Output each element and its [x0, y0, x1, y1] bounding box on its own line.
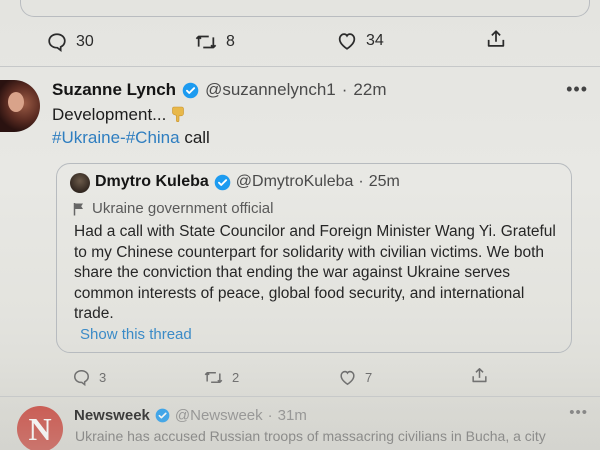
tweet-text-line-2: #Ukraine-#China call [52, 126, 210, 149]
tweet-header: Suzanne Lynch @suzannelynch1 · 22m [52, 80, 386, 100]
heart-icon [340, 370, 355, 386]
government-official-label: Ukraine government official [73, 200, 273, 217]
top-like-count: 34 [366, 32, 384, 49]
retweet-icon [204, 371, 223, 384]
top-share-button[interactable] [485, 28, 507, 50]
share-icon [487, 30, 505, 47]
top-like-button[interactable]: 34 [336, 30, 384, 52]
verified-badge-icon [182, 82, 199, 98]
reply-button[interactable]: 3 [72, 368, 106, 387]
quoted-separator: · [358, 173, 364, 190]
newsweek-avatar[interactable]: N [17, 406, 63, 450]
newsweek-more-options-button[interactable]: ••• [569, 404, 588, 421]
previous-tweet-card-edge [20, 0, 590, 17]
quoted-tweet-text: Had a call with State Councilor and Fore… [74, 223, 556, 322]
reply-icon [74, 370, 89, 387]
government-official-text: Ukraine government official [92, 200, 274, 217]
reply-count: 3 [99, 370, 107, 385]
tweet-separator: · [341, 80, 348, 99]
dmytro-kuleba-avatar [70, 173, 90, 193]
hashtag-ukraine-link[interactable]: #Ukraine [52, 128, 120, 147]
top-reply-count: 30 [76, 33, 94, 50]
retweet-count: 2 [232, 370, 240, 385]
tweet-text-development: Development... [52, 105, 167, 124]
tweet-timestamp[interactable]: 22m [353, 80, 386, 100]
heart-icon [338, 33, 356, 50]
tweet-text-line-1: Development... [52, 103, 210, 126]
tweet-author-name[interactable]: Suzanne Lynch [52, 80, 176, 100]
newsweek-separator: · [267, 407, 273, 424]
newsweek-timestamp[interactable]: 31m [278, 407, 307, 424]
twitter-timeline-screen: 30 8 34 Suzanne Lynch @suzannelynch1 · 2… [0, 0, 600, 450]
top-reply-button[interactable]: 30 [46, 31, 94, 53]
newsweek-tweet-header: Newsweek @Newsweek · 31m [74, 407, 307, 424]
quoted-tweet-header: Dmytro Kuleba @DmytroKuleba · 25m [95, 173, 400, 191]
hashtag-china-link[interactable]: #China [126, 128, 180, 147]
quoted-author-handle: @DmytroKuleba [235, 173, 354, 190]
quoted-timestamp: 25m [368, 173, 400, 190]
newsweek-author-name[interactable]: Newsweek [74, 407, 150, 424]
show-this-thread-link[interactable]: Show this thread [80, 326, 192, 343]
like-count: 7 [365, 370, 373, 385]
pointing-down-emoji-icon [172, 106, 184, 122]
top-retweet-count: 8 [226, 33, 235, 50]
tweet-more-options-button[interactable]: ••• [566, 79, 588, 100]
share-icon [472, 368, 487, 383]
top-retweet-button[interactable]: 8 [194, 31, 235, 53]
flag-icon [73, 202, 83, 215]
verified-badge-icon [214, 174, 231, 190]
like-button[interactable]: 7 [338, 368, 372, 387]
quoted-author-name: Dmytro Kuleba [95, 173, 209, 190]
tweet-divider [0, 66, 600, 67]
share-button[interactable] [470, 366, 489, 385]
verified-badge-icon [155, 408, 170, 423]
reply-icon [48, 33, 66, 53]
tweet-author-handle[interactable]: @suzannelynch1 [205, 80, 336, 100]
retweet-icon [195, 35, 217, 49]
tweet-divider [0, 396, 600, 397]
suzanne-lynch-avatar[interactable] [0, 80, 40, 132]
quoted-tweet-card[interactable]: Dmytro Kuleba @DmytroKuleba · 25m Ukrain… [56, 163, 572, 353]
newsweek-handle[interactable]: @Newsweek [175, 407, 263, 424]
tweet-text-call: call [179, 128, 210, 147]
newsweek-tweet-text: Ukraine has accused Russian troops of ma… [75, 428, 546, 444]
retweet-button[interactable]: 2 [203, 368, 239, 387]
tweet-body: Development... #Ukraine-#China call [52, 103, 210, 149]
